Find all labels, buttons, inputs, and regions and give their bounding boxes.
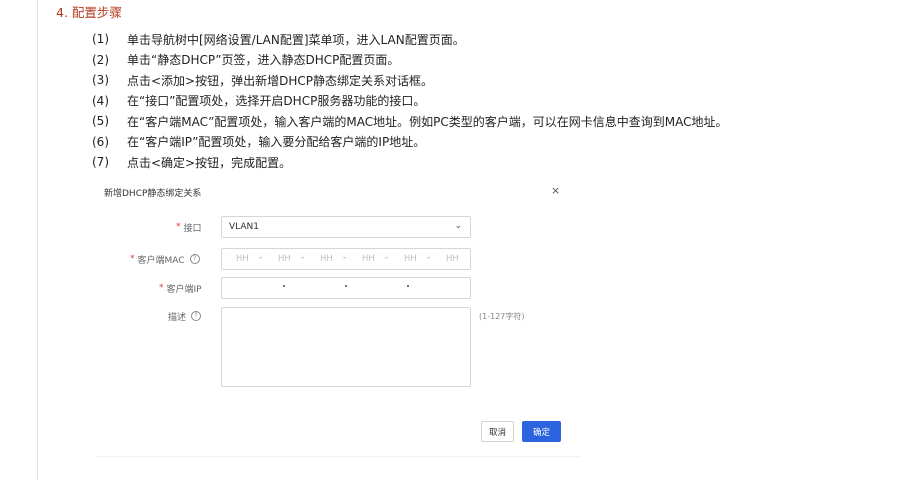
list-item: (6) 在“客户端IP”配置项处，输入要分配给客户端的IP地址。 [92, 132, 727, 153]
list-item: (4) 在“接口”配置项处，选择开启DHCP服务器功能的接口。 [92, 91, 727, 112]
description-length-hint: (1-127字符) [479, 312, 525, 321]
required-mark: * [130, 254, 135, 264]
client-mac-input[interactable]: HH - HH - HH - HH - HH - HH [221, 248, 471, 270]
mac-segment-5[interactable]: HH [404, 254, 417, 264]
step-number: (2) [92, 52, 109, 67]
step-text: 在“客户端IP”配置项处，输入要分配给客户端的IP地址。 [127, 135, 426, 150]
ip-dot [407, 285, 409, 287]
description-label-text: 描述 [168, 312, 187, 323]
chevron-down-icon: ⌄ [454, 221, 462, 231]
mac-segment-3[interactable]: HH [320, 254, 333, 264]
help-icon[interactable]: ? [189, 254, 200, 264]
client-ip-input[interactable] [221, 277, 471, 299]
dialog-title: 新增DHCP静态绑定关系 [104, 189, 202, 199]
description-textarea[interactable] [221, 307, 471, 387]
confirm-button[interactable]: 确定 [522, 421, 561, 442]
list-item: (7) 点击<确定>按钮，完成配置。 [92, 152, 727, 173]
mac-segment-1[interactable]: HH [236, 254, 249, 264]
mac-segment-2[interactable]: HH [278, 254, 291, 264]
client-ip-label: * 客户端IP [159, 282, 202, 295]
interface-select-value: VLAN1 [229, 222, 259, 232]
close-icon[interactable]: × [551, 184, 560, 197]
cancel-button[interactable]: 取消 [481, 421, 514, 442]
step-number: (4) [92, 93, 109, 108]
help-icon[interactable]: ? [191, 311, 202, 321]
mac-separator: - [343, 253, 347, 263]
step-text: 单击“静态DHCP”页签，进入静态DHCP配置页面。 [127, 53, 400, 68]
list-item: (2) 单击“静态DHCP”页签，进入静态DHCP配置页面。 [92, 50, 727, 71]
mac-segment-4[interactable]: HH [362, 254, 375, 264]
step-list: (1) 单击导航树中[网络设置/LAN配置]菜单项，进入LAN配置页面。 (2) 单… [92, 29, 727, 173]
step-number: (1) [92, 32, 109, 47]
step-number: (7) [92, 155, 109, 170]
step-number: (6) [92, 134, 109, 149]
mac-segment-6[interactable]: HH [446, 254, 459, 264]
mac-separator: - [427, 253, 431, 263]
interface-select[interactable]: VLAN1 ⌄ [221, 216, 471, 238]
add-dhcp-binding-dialog: 新增DHCP静态绑定关系 × * 接口 VLAN1 ⌄ * 客户端MAC ? H… [96, 178, 580, 460]
mac-separator: - [301, 253, 305, 263]
list-item: (1) 单击导航树中[网络设置/LAN配置]菜单项，进入LAN配置页面。 [92, 29, 727, 50]
step-text: 在“接口”配置项处，选择开启DHCP服务器功能的接口。 [127, 94, 426, 109]
ip-dot [345, 285, 347, 287]
required-mark: * [159, 283, 164, 293]
step-text: 在“客户端MAC”配置项处，输入客户端的MAC地址。例如PC类型的客户端，可以在… [127, 114, 728, 129]
step-text: 单击导航树中[网络设置/LAN配置]菜单项，进入LAN配置页面。 [127, 32, 465, 47]
step-number: (5) [92, 114, 109, 129]
client-mac-label-text: 客户端MAC [137, 255, 185, 266]
list-item: (5) 在“客户端MAC”配置项处，输入客户端的MAC地址。例如PC类型的客户端，… [92, 111, 727, 132]
mac-separator: - [385, 253, 389, 263]
ip-dot [283, 285, 285, 287]
step-text: 点击<确定>按钮，完成配置。 [127, 155, 292, 170]
description-label: 描述 ? [168, 310, 202, 323]
left-border-line [37, 0, 38, 480]
interface-label-text: 接口 [183, 223, 202, 234]
step-text: 点击<添加>按钮，弹出新增DHCP静态绑定关系对话框。 [127, 73, 433, 88]
mac-separator: - [259, 253, 263, 263]
list-item: (3) 点击<添加>按钮，弹出新增DHCP静态绑定关系对话框。 [92, 70, 727, 91]
client-mac-label: * 客户端MAC ? [130, 253, 200, 266]
interface-label: * 接口 [176, 221, 202, 234]
client-ip-label-text: 客户端IP [166, 284, 202, 295]
section-title: 4. 配置步骤 [56, 5, 122, 20]
required-mark: * [176, 222, 181, 232]
dialog-bottom-edge [96, 456, 580, 457]
step-number: (3) [92, 73, 109, 88]
